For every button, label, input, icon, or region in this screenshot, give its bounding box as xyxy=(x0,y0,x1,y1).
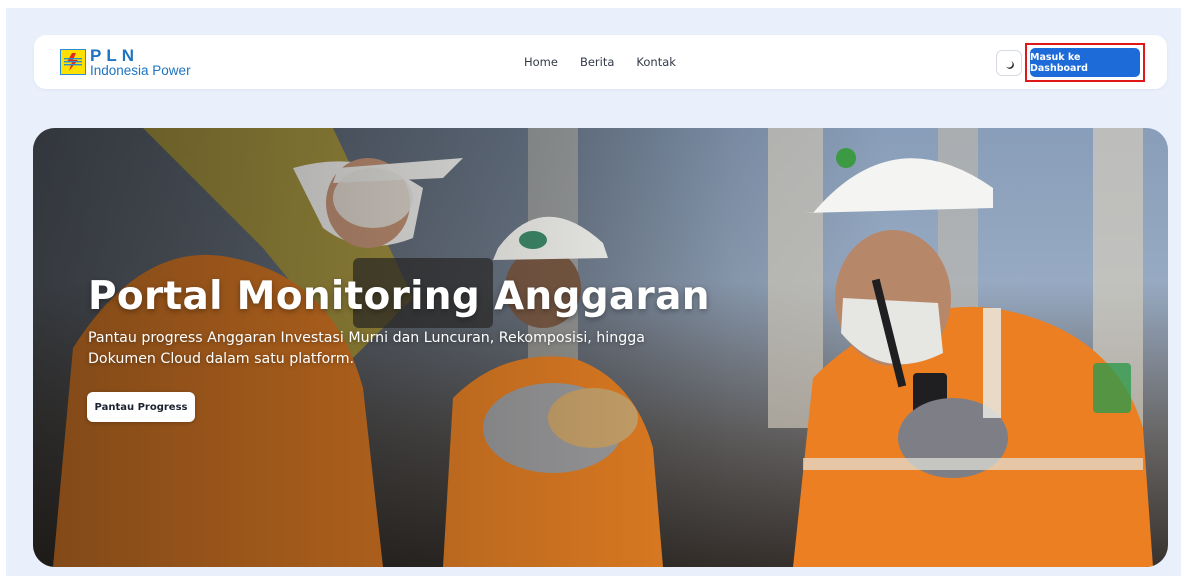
pln-logo-icon xyxy=(60,49,86,75)
brand-name: PLN xyxy=(90,46,139,65)
hero-subtitle: Pantau progress Anggaran Investasi Murni… xyxy=(88,330,645,367)
nav-link-home[interactable]: Home xyxy=(524,55,558,69)
brand-subtitle: Indonesia Power xyxy=(90,63,191,78)
dashboard-login-button[interactable]: Masuk ke Dashboard xyxy=(1030,48,1140,77)
hero-banner: Portal Monitoring Anggaran Pantau progre… xyxy=(33,128,1168,567)
navbar: PLN Indonesia Power Home Berita Kontak M… xyxy=(34,35,1167,89)
moon-icon xyxy=(1004,54,1014,73)
theme-toggle-button[interactable] xyxy=(996,50,1022,76)
pantau-progress-button[interactable]: Pantau Progress xyxy=(87,392,195,422)
nav-link-berita[interactable]: Berita xyxy=(580,55,614,69)
nav-links: Home Berita Kontak xyxy=(524,35,676,89)
brand-logo[interactable]: PLN Indonesia Power xyxy=(60,47,191,79)
nav-link-kontak[interactable]: Kontak xyxy=(636,55,676,69)
hero-title: Portal Monitoring Anggaran xyxy=(88,274,710,319)
